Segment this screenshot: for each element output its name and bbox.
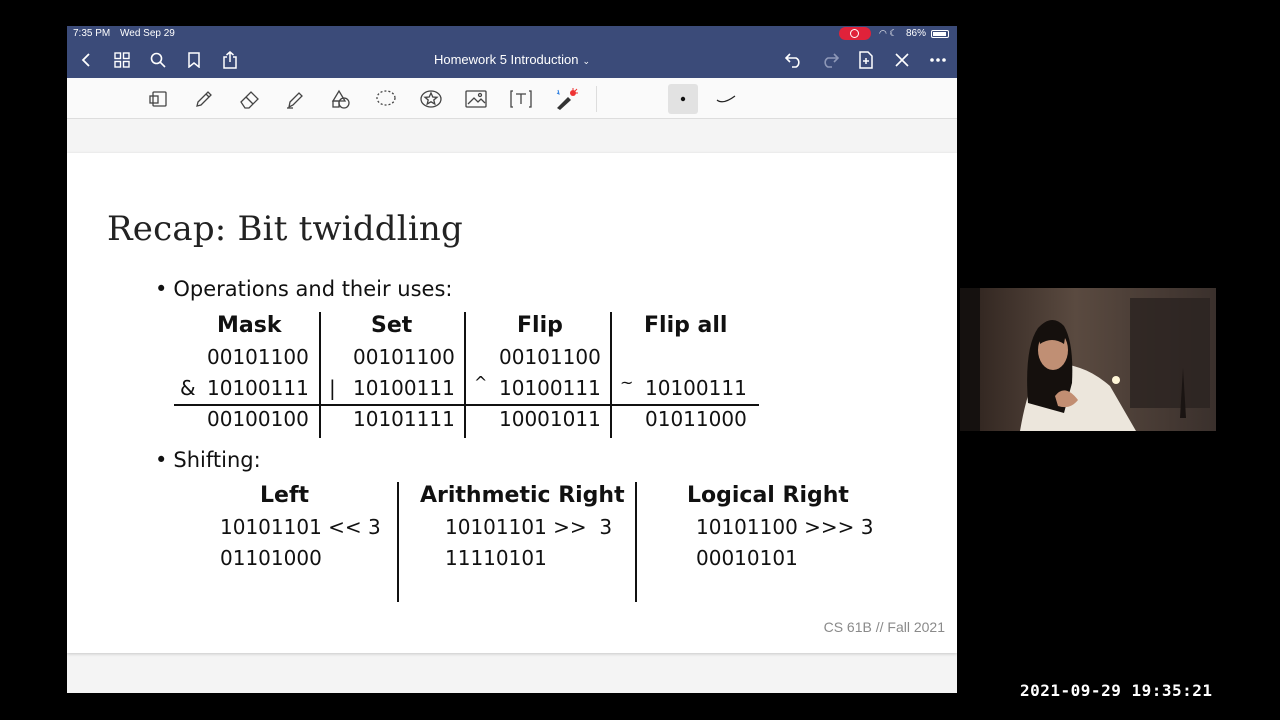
screen-record-icon[interactable]	[839, 27, 871, 40]
ops-flipall-result: 01011000	[645, 407, 747, 431]
ops-mask-row2: 10100111	[207, 376, 309, 400]
pen-size-dot-icon[interactable]	[668, 84, 698, 114]
bullet-dot: •	[155, 277, 168, 301]
bullet-shifting-text: Shifting:	[173, 448, 261, 472]
text-tool-icon[interactable]	[508, 86, 534, 112]
wifi-moon-icon: ◠ ☾	[879, 28, 898, 38]
sticker-icon[interactable]	[418, 86, 444, 112]
ops-mask-result: 00100100	[207, 407, 309, 431]
recording-timestamp: 2021-09-29 19:35:21	[1020, 681, 1213, 700]
ops-flip-result: 10001011	[499, 407, 601, 431]
chevron-down-icon: ⌄	[582, 56, 591, 66]
bullet-operations-text: Operations and their uses:	[173, 277, 453, 301]
shift-column-divider	[635, 482, 637, 602]
shift-left-output: 01101000	[220, 546, 322, 570]
ops-sum-line	[174, 404, 759, 406]
ops-header-set: Set	[371, 313, 413, 338]
laser-pointer-icon[interactable]	[553, 86, 579, 112]
ops-operator-and: &	[180, 376, 196, 400]
ops-set-row2: 10100111	[353, 376, 455, 400]
shift-header-arithmetic-right: Arithmetic Right	[420, 483, 625, 508]
ops-flip-row2: 10100111	[499, 376, 601, 400]
image-icon[interactable]	[463, 86, 489, 112]
status-bar: 7:35 PM Wed Sep 29 ◠ ☾ 86%	[67, 26, 957, 42]
shift-column-divider	[397, 482, 399, 602]
shapes-icon[interactable]	[328, 86, 354, 112]
stroke-style-icon[interactable]	[713, 86, 739, 112]
more-icon[interactable]	[927, 49, 949, 71]
highlighter-icon[interactable]	[282, 86, 308, 112]
undo-icon[interactable]	[783, 49, 805, 71]
bullet-operations: • Operations and their uses:	[155, 277, 453, 301]
slide-title: Recap: Bit twiddling	[107, 209, 463, 249]
toolbar-divider	[596, 86, 597, 112]
status-date: Wed Sep 29	[120, 28, 175, 39]
shift-header-left: Left	[260, 483, 310, 508]
ops-operator-xor: ^	[474, 373, 488, 392]
ops-column-divider	[319, 312, 321, 438]
ops-column-divider	[464, 312, 466, 438]
ops-header-flip: Flip	[517, 313, 563, 338]
add-page-icon[interactable]	[855, 49, 877, 71]
shift-header-logical-right: Logical Right	[687, 483, 849, 508]
slide-page: Recap: Bit twiddling • Operations and the…	[67, 153, 957, 653]
shift-logical-input: 10101100 >>> 3	[696, 515, 874, 539]
pen-icon[interactable]	[191, 86, 217, 112]
ops-mask-row1: 00101100	[207, 345, 309, 369]
ops-flip-row1: 00101100	[499, 345, 601, 369]
shift-left-input: 10101101 << 3	[220, 515, 381, 539]
ipad-screen: 7:35 PM Wed Sep 29 ◠ ☾ 86% Homework 5 In…	[67, 26, 957, 693]
lasso-icon[interactable]	[373, 86, 399, 112]
bullet-shifting: • Shifting:	[155, 448, 261, 472]
redo-icon[interactable]	[819, 49, 841, 71]
lasso-transform-icon[interactable]	[146, 86, 172, 112]
shift-arith-output: 11110101	[445, 546, 547, 570]
battery-percent: 86%	[906, 28, 927, 39]
ops-operator-not: ~	[620, 373, 634, 392]
shift-logical-output: 00010101	[696, 546, 798, 570]
navigation-bar: Homework 5 Introduction ⌄	[67, 42, 957, 78]
eraser-icon[interactable]	[237, 86, 263, 112]
webcam-video	[960, 288, 1216, 431]
document-title-text: Homework 5 Introduction	[433, 52, 579, 67]
status-time: 7:35 PM	[73, 28, 111, 39]
slide-footer: CS 61B // Fall 2021	[823, 619, 945, 635]
drawing-toolbar	[67, 78, 957, 119]
close-icon[interactable]	[891, 49, 913, 71]
bullet-dot: •	[155, 448, 168, 472]
ops-column-divider	[610, 312, 612, 438]
ops-header-flip-all: Flip all	[644, 313, 728, 338]
shift-arith-input: 10101101 >> 3	[445, 515, 613, 539]
ops-operator-or: |	[329, 376, 336, 400]
ops-header-mask: Mask	[217, 313, 282, 338]
battery-icon	[931, 30, 949, 38]
ops-flipall-row2: 10100111	[645, 376, 747, 400]
ops-set-result: 10101111	[353, 407, 455, 431]
ops-set-row1: 00101100	[353, 345, 455, 369]
